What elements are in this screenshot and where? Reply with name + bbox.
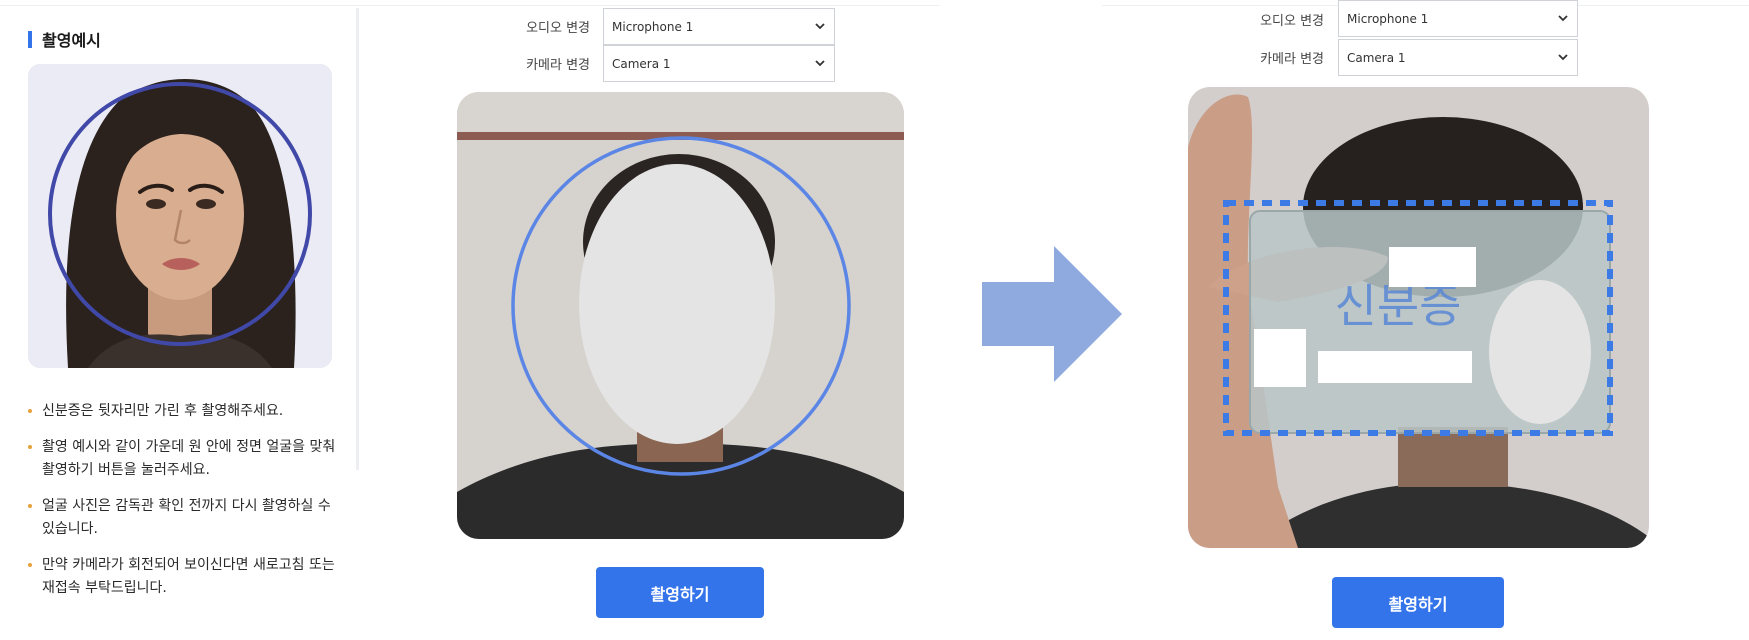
id-card-watermark: 신분증 (1335, 279, 1462, 333)
bullet-icon (28, 563, 32, 567)
chevron-down-icon (815, 23, 825, 30)
chevron-down-icon (1558, 54, 1568, 61)
capture-id-button[interactable]: 촬영하기 (1332, 577, 1504, 628)
chevron-down-icon (1558, 15, 1568, 22)
list-item: 만약 카메라가 회전되어 보이신다면 새로고침 또는 재접속 부탁드립니다. (28, 554, 340, 600)
camera-label: 카메라 변경 (1260, 52, 1324, 67)
audio-select[interactable]: Microphone 1 (603, 8, 835, 45)
audio-select-value: Microphone 1 (612, 19, 694, 34)
camera-select-value: Camera 1 (1347, 50, 1406, 65)
list-item: 얼굴 사진은 감독관 확인 전까지 다시 촬영하실 수 있습니다. (28, 495, 340, 541)
audio-label: 오디오 변경 (1260, 14, 1324, 29)
chevron-down-icon (815, 60, 825, 67)
camera-select-value: Camera 1 (612, 56, 671, 71)
list-item: 촬영 예시와 같이 가운데 원 안에 정면 얼굴을 맞춰 촬영하기 버튼을 눌러… (28, 436, 340, 482)
camera-select[interactable]: Camera 1 (603, 45, 835, 82)
id-camera-feed: 신분증 (1188, 87, 1649, 548)
camera-select[interactable]: Camera 1 (1338, 39, 1578, 76)
guide-divider (356, 8, 359, 470)
bullet-icon (28, 409, 32, 413)
guide-title: 촬영예시 (28, 28, 101, 50)
bullet-icon (28, 504, 32, 508)
example-face-illustration (28, 64, 332, 368)
list-item: 신분증은 뒷자리만 가린 후 촬영해주세요. (28, 400, 340, 423)
example-photo (28, 64, 332, 368)
title-accent-bar (28, 30, 32, 48)
guide-title-text: 촬영예시 (42, 31, 101, 50)
guide-notes: 신분증은 뒷자리만 가린 후 촬영해주세요. 촬영 예시와 같이 가운데 원 안… (28, 400, 340, 613)
camera-label: 카메라 변경 (526, 58, 590, 73)
arrow-right-icon (982, 246, 1122, 382)
id-camera-preview: 신분증 (1188, 87, 1649, 548)
capture-face-button[interactable]: 촬영하기 (596, 567, 764, 618)
audio-select-value: Microphone 1 (1347, 11, 1429, 26)
guide-panel: 촬영예시 신분증은 뒷자리만 가린 후 촬영해주세요. 촬영 예시와 같이 가운… (0, 0, 358, 596)
audio-select[interactable]: Microphone 1 (1338, 0, 1578, 37)
bullet-icon (28, 445, 32, 449)
face-camera-preview (457, 92, 904, 539)
audio-label: 오디오 변경 (526, 21, 590, 36)
face-camera-feed (457, 92, 904, 539)
